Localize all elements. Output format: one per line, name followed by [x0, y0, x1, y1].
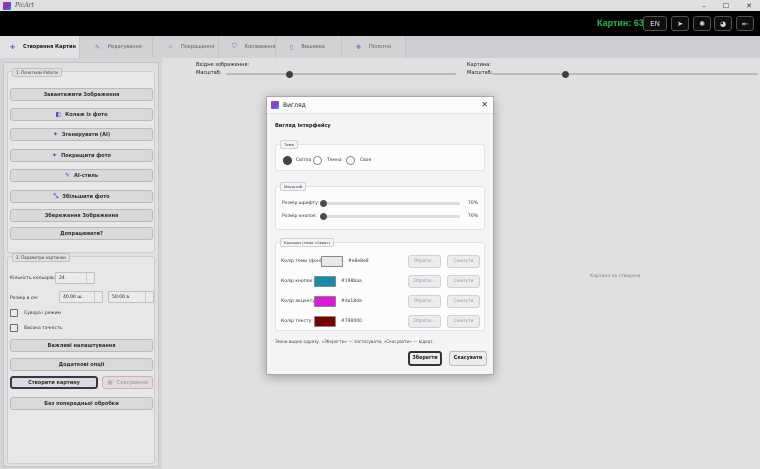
color-swatch[interactable]: [314, 296, 336, 307]
button-label: Скинути: [453, 279, 474, 284]
button-size-label: Розмір кнопок:: [282, 214, 318, 219]
color-hex-value: #790000: [341, 319, 362, 324]
theme-dark-label: Темна: [327, 158, 342, 163]
app-logo-icon: [271, 101, 279, 109]
dialog-titlebar: Вигляд ✕: [267, 97, 493, 114]
color-row-label: Колір тексту:: [281, 319, 313, 324]
pick-color-button[interactable]: Обрати...: [408, 295, 441, 308]
color-swatch[interactable]: [314, 316, 336, 327]
color-hex-value: #e8e8e8: [348, 259, 369, 264]
button-label: Обрати...: [413, 299, 436, 304]
slider-handle[interactable]: [320, 213, 327, 220]
reset-color-button[interactable]: Скинути: [447, 295, 480, 308]
scale-tag: Масштаб: [280, 182, 307, 191]
button-size-slider[interactable]: [320, 213, 460, 220]
button-label: Обрати...: [413, 259, 436, 264]
colors-tag: Кольори (тема «Своя»): [280, 238, 335, 247]
color-row-label: Колір теми (фон):: [281, 259, 324, 264]
button-size-value: 70%: [468, 214, 479, 219]
reset-color-button[interactable]: Скинути: [447, 275, 480, 288]
theme-light-label: Світла: [296, 158, 312, 163]
button-label: Скинути: [453, 259, 474, 264]
appearance-dialog: Вигляд ✕ Вигляд інтерфейсу Тема Світла Т…: [266, 96, 494, 375]
button-label: Скасувати: [453, 356, 483, 361]
save-button[interactable]: Зберегти: [408, 351, 442, 366]
font-size-slider[interactable]: [320, 200, 460, 207]
pick-color-button[interactable]: Обрати...: [408, 275, 441, 288]
theme-tag: Тема: [280, 140, 298, 149]
color-hex-value: #198baa: [341, 279, 362, 284]
font-size-label: Розмір шрифту:: [282, 201, 320, 206]
pick-color-button[interactable]: Обрати...: [408, 255, 441, 268]
theme-light-radio[interactable]: [283, 156, 292, 165]
color-swatch[interactable]: [321, 256, 343, 267]
scale-panel: Масштаб Розмір шрифту: 70% Розмір кнопок…: [275, 182, 485, 230]
color-swatch[interactable]: [314, 276, 336, 287]
section-title: Вигляд інтерфейсу: [275, 123, 331, 129]
theme-panel: Тема Світла Темна Своя: [275, 140, 485, 171]
color-hex-value: #da18da: [341, 299, 362, 304]
color-row-label: Колір акценту:: [281, 299, 317, 304]
reset-color-button[interactable]: Скинути: [447, 255, 480, 268]
cancel-button[interactable]: Скасувати: [449, 351, 487, 366]
button-label: Обрати...: [413, 279, 436, 284]
theme-custom-radio[interactable]: [346, 156, 355, 165]
button-label: Скинути: [453, 299, 474, 304]
button-label: Зберегти: [412, 356, 438, 361]
button-label: Обрати...: [413, 319, 436, 324]
dialog-note: Зміни видно одразу. «Зберегти» — застосу…: [275, 339, 435, 344]
close-icon[interactable]: ✕: [481, 100, 488, 109]
theme-custom-label: Своя: [360, 158, 372, 163]
reset-color-button[interactable]: Скинути: [447, 315, 480, 328]
theme-dark-radio[interactable]: [313, 156, 322, 165]
button-label: Скинути: [453, 319, 474, 324]
dialog-title: Вигляд: [283, 101, 306, 109]
pick-color-button[interactable]: Обрати...: [408, 315, 441, 328]
font-size-value: 70%: [468, 201, 479, 206]
slider-handle[interactable]: [320, 200, 327, 207]
color-row-label: Колір кнопок:: [281, 279, 314, 284]
